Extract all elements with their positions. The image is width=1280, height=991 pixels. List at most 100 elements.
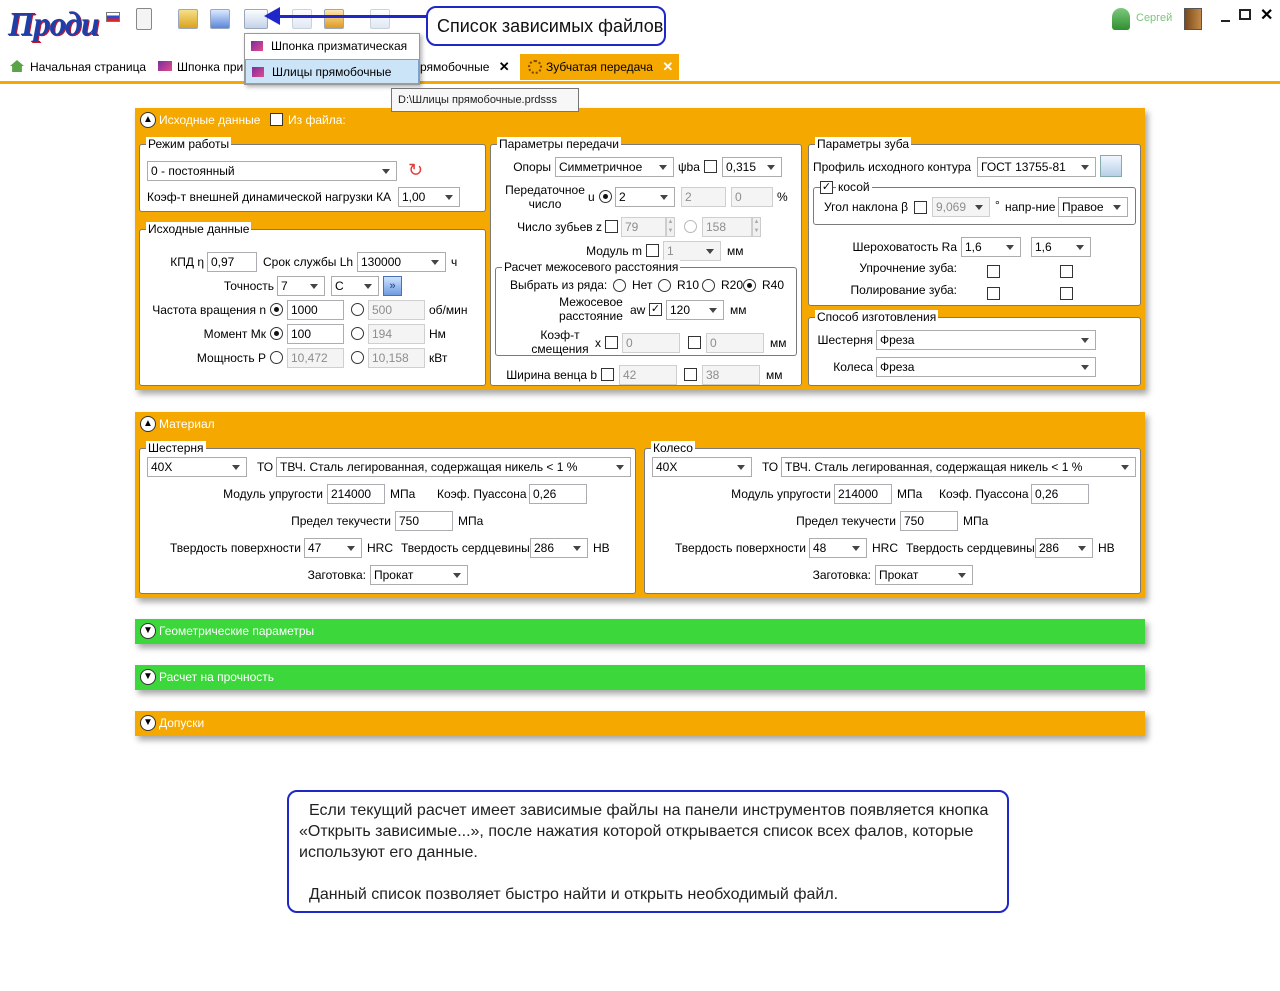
tab-home[interactable]: Начальная страница [4, 54, 152, 80]
open-folder-icon[interactable] [210, 9, 230, 29]
teeth-radio[interactable] [684, 220, 697, 233]
menu-item-key[interactable]: Шпонка призматическая [245, 34, 419, 59]
wheel-modulus-input[interactable]: 214000 [834, 484, 892, 504]
helical-checkbox[interactable]: ✓ [820, 181, 833, 194]
pinion-blank-select[interactable]: Прокат [370, 565, 468, 585]
accuracy-forward-button[interactable]: » [383, 276, 402, 296]
close-tab-icon[interactable]: ✕ [662, 59, 673, 74]
calc-icon[interactable] [370, 9, 390, 29]
kpd-input[interactable]: 0,97 [207, 252, 257, 272]
panel-material-header[interactable]: ▲ Материал [135, 412, 1145, 436]
polishing-checkbox-2[interactable] [1060, 287, 1073, 300]
module-checkbox[interactable] [646, 244, 659, 257]
tab-splines[interactable]: рямобочные ✕ [414, 54, 516, 80]
close-tab-icon[interactable]: ✕ [499, 59, 510, 74]
panel-strength-header[interactable]: ▼ Расчет на прочность [135, 665, 1145, 690]
pinion-poisson-input[interactable]: 0,26 [529, 484, 587, 504]
hardening-checkbox-1[interactable] [987, 265, 1000, 278]
wheel-hrc-select[interactable]: 48 [809, 538, 867, 558]
pinion-steel-select[interactable]: 40Х [147, 457, 247, 477]
series-radio-r10[interactable] [658, 279, 671, 292]
wheel-poisson-input[interactable]: 0,26 [1031, 484, 1089, 504]
power-radio-2[interactable] [351, 351, 364, 364]
tab-gear[interactable]: Зубчатая передача ✕ [520, 54, 679, 80]
chevron-up-icon[interactable]: ▲ [140, 416, 156, 432]
psi-checkbox[interactable] [704, 160, 717, 173]
chevron-down-icon[interactable]: ▼ [140, 715, 156, 731]
from-file-checkbox[interactable] [270, 113, 283, 126]
hardening-checkbox-2[interactable] [1060, 265, 1073, 278]
profile-select[interactable]: ГОСТ 13755-81 [977, 157, 1096, 177]
new-file-icon[interactable] [136, 8, 152, 30]
mode-select[interactable]: 0 - постоянный [147, 161, 397, 181]
freq-radio[interactable] [270, 303, 283, 316]
aw-checkbox[interactable]: ✓ [649, 303, 662, 316]
pinion-to-select[interactable]: ТВЧ. Сталь легированная, содержащая нике… [276, 457, 631, 477]
life-select[interactable]: 130000 [357, 252, 446, 272]
panel-tolerances-header[interactable]: ▼ Допуски [135, 711, 1145, 736]
pinion-yield-input[interactable]: 750 [395, 511, 453, 531]
moment-input-1[interactable]: 100 [287, 324, 344, 344]
ratio-select[interactable]: 2 [615, 187, 675, 207]
series-radio-none[interactable] [613, 279, 626, 292]
wheel-blank-select[interactable]: Прокат [875, 565, 973, 585]
restore-icon[interactable] [1239, 9, 1251, 20]
supports-select[interactable]: Симметричное [555, 157, 674, 177]
roughness-select-2[interactable]: 1,6 [1031, 237, 1091, 257]
user-icon[interactable] [1112, 8, 1130, 30]
wheel-hb-select[interactable]: 286 [1035, 538, 1093, 558]
panel-initial-header[interactable]: ▲ Исходные данные Из файла: [135, 108, 1145, 132]
wheel-steel-select[interactable]: 40Х [652, 457, 752, 477]
ratio-radio[interactable] [599, 190, 612, 203]
pinion-hb-select[interactable]: 286 [530, 538, 588, 558]
angle-checkbox[interactable] [914, 201, 927, 214]
pinion-method-select[interactable]: Фреза [876, 330, 1096, 350]
direction-select[interactable]: Правое [1058, 197, 1128, 217]
chevron-down-icon[interactable]: ▼ [140, 623, 156, 639]
panel-title: Геометрические параметры [159, 624, 315, 638]
power-radio[interactable] [270, 351, 283, 364]
aw-select[interactable]: 120 [666, 300, 724, 320]
exit-door-icon[interactable] [1184, 8, 1202, 30]
panel-initial-body: Режим работы 0 - постоянный ↻ Коэф-т вне… [135, 132, 1145, 390]
modulus-label: Модуль упругости [223, 487, 323, 501]
wheel-to-select[interactable]: ТВЧ. Сталь легированная, содержащая нике… [781, 457, 1136, 477]
save-icon[interactable] [324, 9, 344, 29]
shift-unit: мм [770, 336, 787, 350]
pinion-hrc-select[interactable]: 47 [304, 538, 362, 558]
accuracy-select-2[interactable]: C [331, 276, 379, 296]
width-checkbox-1[interactable] [601, 368, 614, 381]
language-flag-icon[interactable] [106, 12, 120, 22]
initial-group: Исходные данные КПД η 0,97 Срок службы L… [139, 222, 486, 386]
shift-checkbox-2[interactable] [688, 336, 701, 349]
freq-input-1[interactable]: 1000 [287, 300, 344, 320]
series-radio-r40[interactable] [743, 279, 756, 292]
width-checkbox-2[interactable] [684, 368, 697, 381]
close-window-icon[interactable]: ✕ [1260, 5, 1273, 25]
wheel-method-select[interactable]: Фреза [876, 357, 1096, 377]
series-radio-r20[interactable] [702, 279, 715, 292]
pinion-modulus-input[interactable]: 214000 [327, 484, 385, 504]
polishing-checkbox-1[interactable] [987, 287, 1000, 300]
chevron-up-icon[interactable]: ▲ [140, 112, 156, 128]
wheel-yield-input[interactable]: 750 [900, 511, 958, 531]
moment-radio-2[interactable] [351, 327, 364, 340]
refresh-icon[interactable]: ↻ [408, 161, 423, 179]
menu-item-splines[interactable]: Шлицы прямобочные [245, 59, 419, 84]
profile-edit-icon[interactable] [1100, 155, 1122, 177]
panel-geometry-header[interactable]: ▼ Геометрические параметры [135, 619, 1145, 644]
freq-radio-2[interactable] [351, 303, 364, 316]
accuracy-select-1[interactable]: 7 [277, 276, 325, 296]
tab-key[interactable]: Шпонка при [152, 54, 249, 80]
mpa-label: МПа [963, 514, 989, 528]
teeth-checkbox[interactable] [605, 220, 618, 233]
roughness-select-1[interactable]: 1,6 [961, 237, 1021, 257]
open-file-icon[interactable] [178, 9, 198, 29]
minimize-icon[interactable] [1221, 20, 1230, 22]
print-icon[interactable] [292, 9, 312, 29]
moment-radio[interactable] [270, 327, 283, 340]
psi-select[interactable]: 0,315 [722, 157, 782, 177]
ka-select[interactable]: 1,00 [398, 187, 460, 207]
chevron-down-icon[interactable]: ▼ [140, 669, 156, 685]
shift-checkbox-1[interactable] [605, 336, 618, 349]
